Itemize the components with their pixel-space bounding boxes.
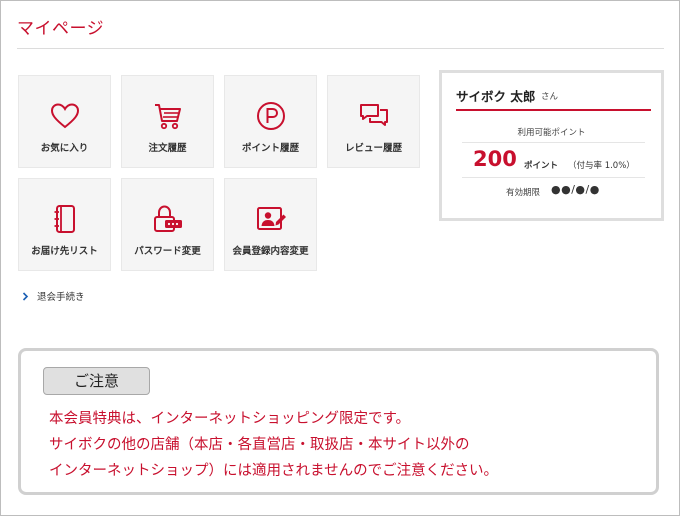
password-change-label: パスワード変更 — [134, 246, 201, 257]
member-edit-icon — [256, 207, 286, 230]
points-divider-top — [462, 142, 645, 143]
expiry-label: 有効期限 — [506, 188, 541, 198]
points-panel: サイボク 太郎 さん 利用可能ポイント 200 ポイント （付与率 1.0%） … — [439, 70, 664, 221]
address-book-icon — [54, 205, 75, 233]
notice-line: インターネットショップ）には適用されませんのでご注意ください。 — [49, 463, 499, 479]
chevron-right-icon — [22, 291, 29, 301]
notice-box: ご注意 本会員特典は、インターネットショッピング限定です。 サイボクの他の店舗（… — [18, 348, 659, 495]
name-divider — [456, 109, 651, 111]
point-icon — [256, 102, 285, 130]
password-change-tile[interactable]: パスワード変更 — [121, 178, 214, 271]
address-list-label: お届け先リスト — [31, 246, 98, 257]
title-divider — [17, 48, 664, 49]
point-history-tile[interactable]: ポイント履歴 — [224, 75, 317, 168]
withdraw-link[interactable]: 退会手続き — [22, 289, 85, 303]
address-list-tile[interactable]: お届け先リスト — [18, 178, 111, 271]
point-history-label: ポイント履歴 — [241, 143, 299, 154]
user-name-suffix: さん — [541, 92, 559, 102]
review-history-tile[interactable]: レビュー履歴 — [327, 75, 420, 168]
favorites-tile[interactable]: お気に入り — [18, 75, 111, 168]
notice-line: 本会員特典は、インターネットショッピング限定です。 — [49, 411, 411, 427]
heart-icon — [50, 103, 79, 129]
review-history-label: レビュー履歴 — [344, 143, 402, 154]
withdraw-label: 退会手続き — [37, 292, 85, 303]
points-rate: （付与率 1.0%） — [568, 161, 635, 171]
expiry-value: ●●/●/● — [551, 183, 600, 196]
notice-badge: ご注意 — [43, 367, 150, 395]
order-history-label: 注文履歴 — [148, 143, 187, 154]
notice-line: サイボクの他の店舗（本店・各直営店・取扱店・本サイト以外の — [49, 437, 470, 453]
favorites-label: お気に入り — [40, 143, 89, 154]
order-history-tile[interactable]: 注文履歴 — [121, 75, 214, 168]
available-points-label: 利用可能ポイント — [517, 128, 586, 138]
password-lock-icon — [153, 205, 182, 232]
points-unit: ポイント — [524, 161, 559, 171]
points-value: 200 — [473, 147, 517, 171]
points-divider-bottom — [462, 177, 645, 178]
member-info-edit-label: 会員登録内容変更 — [232, 246, 309, 257]
page-title: マイページ — [17, 19, 105, 39]
user-name: サイボク 太郎 — [456, 89, 536, 104]
cart-icon — [154, 104, 181, 130]
member-info-edit-tile[interactable]: 会員登録内容変更 — [224, 178, 317, 271]
review-icon — [359, 104, 388, 126]
